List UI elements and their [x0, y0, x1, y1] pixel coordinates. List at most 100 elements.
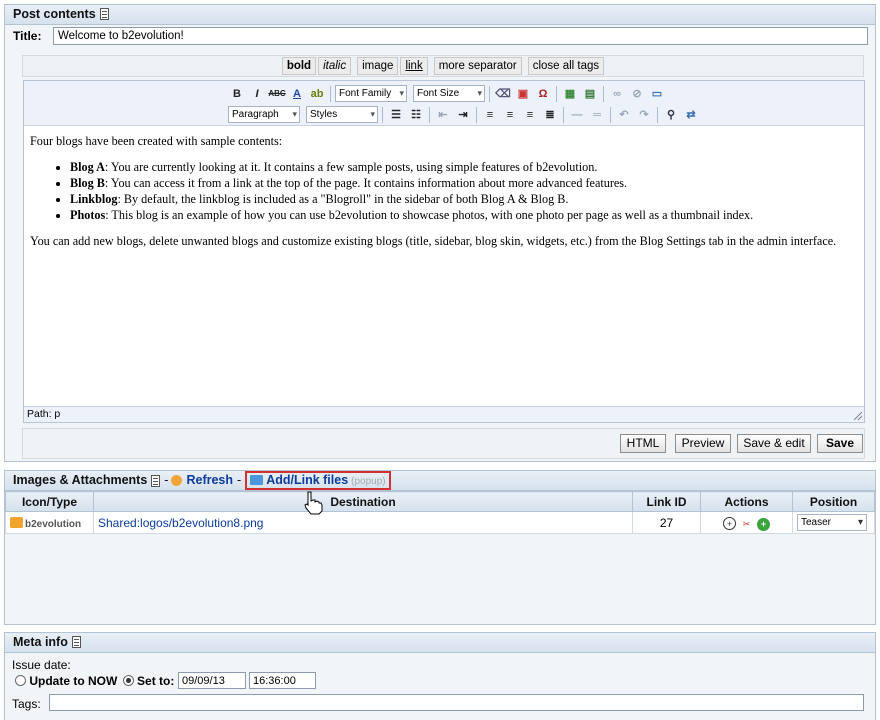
tags-input[interactable] [49, 694, 864, 711]
bold-icon[interactable]: B [228, 85, 246, 103]
list-item: Blog A: You are currently looking at it.… [70, 159, 858, 175]
search-icon[interactable]: ⚲ [662, 106, 680, 124]
actions-cell: + ✂ + [700, 511, 793, 534]
update-now-radio[interactable] [15, 675, 26, 686]
update-now-option[interactable]: Update to NOW Set to: [15, 674, 174, 688]
editor-content[interactable]: Four blogs have been created with sample… [24, 126, 864, 266]
hand-cursor-icon [304, 491, 323, 515]
table-row: b2evolution Shared:logos/b2evolution8.pn… [5, 511, 875, 534]
outdent-icon[interactable]: ⇤ [434, 106, 452, 124]
align-right-icon[interactable]: ≡ [521, 106, 539, 124]
list-item: Linkblog: By default, the linkblog is in… [70, 191, 858, 207]
col-position: Position [792, 491, 875, 512]
qt-bold-button[interactable]: bold [281, 57, 317, 75]
fullscreen-icon[interactable]: ▭ [648, 85, 666, 103]
preview-button[interactable]: Preview [675, 434, 731, 453]
save-button[interactable]: Save [817, 434, 863, 453]
time-input[interactable]: 16:36:00 [249, 672, 316, 689]
post-contents-heading: Post contents [5, 5, 875, 25]
highlight-color-icon[interactable]: ab [308, 85, 326, 103]
add-link-files-link[interactable]: Add/Link files [266, 473, 348, 487]
qt-close-tags-button[interactable]: close all tags [527, 57, 605, 75]
add-icon[interactable]: + [757, 518, 770, 531]
unlink-icon[interactable]: ✂ [740, 518, 753, 531]
link-id-cell: 27 [632, 511, 701, 534]
strikethrough-icon[interactable]: ABC [268, 85, 286, 103]
help-icon[interactable] [151, 474, 161, 487]
title-input[interactable]: Welcome to b2evolution! [53, 27, 868, 45]
col-actions: Actions [700, 491, 793, 512]
add-link-files-box[interactable]: Add/Link files (popup) [245, 471, 391, 490]
meta-info-heading: Meta info [5, 633, 875, 653]
italic-icon[interactable]: I [248, 85, 266, 103]
list-item: Blog B: You can access it from a link at… [70, 175, 858, 191]
quicktags-bar: bold italic image link more separator close a… [22, 55, 864, 77]
justify-icon[interactable]: ≣ [541, 106, 559, 124]
align-left-icon[interactable]: ≡ [481, 106, 499, 124]
help-icon[interactable] [99, 8, 109, 20]
attachments-table: Icon/Type Destination Link ID Actions Po… [5, 491, 875, 534]
replace-icon[interactable]: ⇄ [682, 106, 700, 124]
destination-link[interactable]: Shared:logos/b2evolution8.png [98, 516, 263, 530]
attachments-panel: Images & Attachments - Refresh - Add/Lin… [4, 470, 876, 625]
align-center-icon[interactable]: ≡ [501, 106, 519, 124]
font-family-select[interactable]: Font Family [335, 85, 407, 102]
help-icon[interactable] [71, 636, 81, 648]
meta-info-title: Meta info [13, 635, 68, 649]
editor-toolbar: B I ABC A ab Font Family Font Size ⌫ ▣ Ω… [24, 81, 864, 126]
date-input[interactable]: 09/09/13 [178, 672, 246, 689]
b2evolution-logo-icon [10, 516, 23, 528]
redo-icon[interactable]: ↷ [635, 106, 653, 124]
position-select[interactable]: Teaser [797, 514, 867, 531]
post-contents-title: Post contents [13, 7, 96, 21]
link-icon[interactable]: ∞ [608, 85, 626, 103]
list-item: Photos: This blog is an example of how y… [70, 207, 858, 223]
locate-icon[interactable]: + [723, 517, 736, 530]
table-header-row: Icon/Type Destination Link ID Actions Po… [5, 491, 875, 512]
position-cell: Teaser [792, 511, 875, 534]
content-intro: Four blogs have been created with sample… [30, 134, 283, 148]
qt-more-button[interactable]: more separator [433, 57, 522, 75]
set-to-radio[interactable] [122, 675, 134, 686]
image-icon[interactable]: ▦ [561, 85, 579, 103]
undo-icon[interactable]: ↶ [615, 106, 633, 124]
refresh-link[interactable]: Refresh [186, 471, 233, 490]
horizontal-rule-icon[interactable]: ― [568, 106, 586, 124]
unlink-icon[interactable]: ⊘ [628, 85, 646, 103]
attachments-title: Images & Attachments [13, 473, 148, 487]
content-outro: You can add new blogs, delete unwanted b… [30, 234, 837, 248]
eraser-icon[interactable]: ⌫ [494, 85, 512, 103]
font-size-select[interactable]: Font Size [413, 85, 485, 102]
tags-label: Tags: [12, 697, 41, 711]
destination-cell: Shared:logos/b2evolution8.png [93, 511, 633, 534]
issue-date-label: Issue date: [12, 658, 71, 672]
save-edit-button[interactable]: Save & edit [737, 434, 811, 453]
format-select[interactable]: Paragraph [228, 106, 300, 123]
page-break-icon[interactable]: ═ [588, 106, 606, 124]
col-destination: Destination [93, 491, 633, 512]
icon-type-cell: b2evolution [5, 511, 94, 534]
attachments-heading: Images & Attachments - Refresh - Add/Lin… [5, 471, 875, 491]
post-action-bar: HTML Preview Save & edit Save [22, 428, 865, 459]
refresh-icon[interactable] [171, 475, 183, 486]
col-link-id: Link ID [632, 491, 701, 512]
qt-image-button[interactable]: image [357, 57, 399, 75]
meta-info-panel: Meta info Issue date: Update to NOW Set … [4, 632, 876, 720]
qt-italic-button[interactable]: italic [318, 57, 352, 75]
bullet-list-icon[interactable]: ☰ [387, 106, 405, 124]
omega-icon[interactable]: Ω [534, 85, 552, 103]
folder-icon [250, 475, 264, 485]
media-icon[interactable]: ▤ [581, 85, 599, 103]
html-button[interactable]: HTML [620, 434, 666, 453]
popup-link[interactable]: (popup) [351, 476, 385, 487]
text-color-icon[interactable]: A [288, 85, 306, 103]
numbered-list-icon[interactable]: ☷ [407, 106, 425, 124]
post-contents-panel: Post contents Title: Welcome to b2evolut… [4, 4, 876, 462]
resize-grip-icon[interactable] [854, 412, 862, 420]
col-icon-type: Icon/Type [5, 491, 94, 512]
indent-icon[interactable]: ⇥ [454, 106, 472, 124]
qt-link-button[interactable]: link [400, 57, 428, 75]
blog-list: Blog A: You are currently looking at it.… [30, 159, 858, 223]
paste-word-icon[interactable]: ▣ [514, 85, 532, 103]
styles-select[interactable]: Styles [306, 106, 378, 123]
